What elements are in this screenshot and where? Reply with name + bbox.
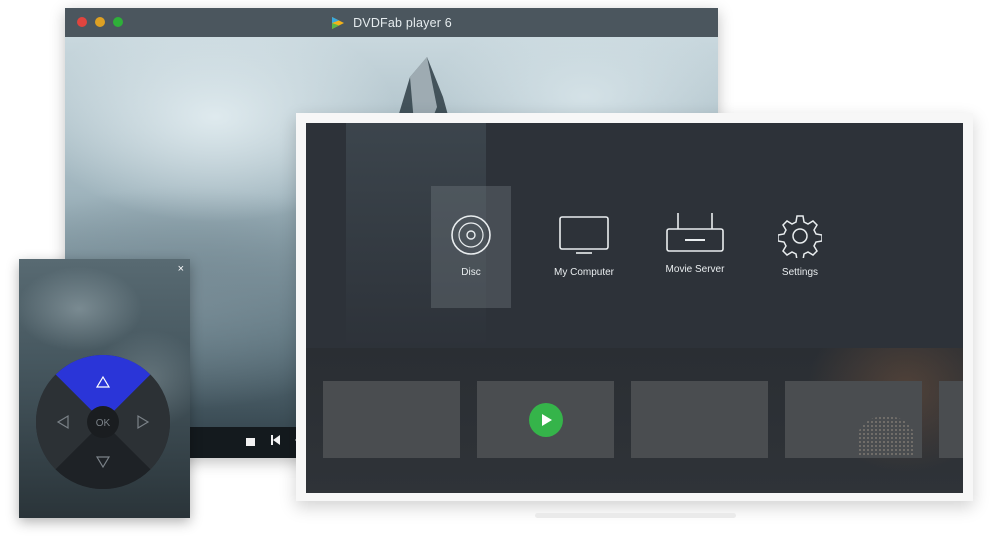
menu-label-disc: Disc xyxy=(461,267,481,278)
tv-stand xyxy=(535,513,736,518)
media-thumbnail[interactable] xyxy=(785,381,922,458)
skip-back-icon xyxy=(271,435,280,445)
menu-label-movie-server: Movie Server xyxy=(665,264,725,275)
ok-label: OK xyxy=(96,418,111,429)
menu-item-settings[interactable]: Settings xyxy=(760,186,840,308)
direction-pad: OK xyxy=(36,355,170,489)
remote-control: × OK xyxy=(19,259,190,518)
media-thumbnail[interactable] xyxy=(631,381,768,458)
play-button[interactable] xyxy=(529,403,563,437)
menu-item-disc[interactable]: Disc xyxy=(431,186,511,308)
previous-button[interactable] xyxy=(271,434,281,450)
play-icon xyxy=(542,414,552,426)
title-bar[interactable]: DVDFab player 6 xyxy=(65,8,718,37)
menu-label-settings: Settings xyxy=(781,267,819,278)
title-container: DVDFab player 6 xyxy=(65,8,718,37)
tv-screen: Disc My Computer Movie Server Settings xyxy=(306,123,963,493)
dvdfab-logo-icon xyxy=(332,16,345,29)
router-icon xyxy=(655,211,735,253)
media-thumbnail[interactable] xyxy=(939,381,963,458)
menu-label-my-computer: My Computer xyxy=(553,267,614,278)
stop-button[interactable] xyxy=(246,434,256,450)
menu-item-my-computer[interactable]: My Computer xyxy=(544,186,624,308)
disc-icon xyxy=(431,214,511,256)
home-menu: Disc My Computer Movie Server Settings xyxy=(306,123,963,348)
menu-item-movie-server[interactable]: Movie Server xyxy=(655,183,735,305)
media-thumbnail[interactable] xyxy=(323,381,460,458)
remote-close-button[interactable]: × xyxy=(178,264,184,275)
recent-media-row xyxy=(306,348,963,493)
monitor-icon xyxy=(544,214,624,256)
thumbnail-texture xyxy=(858,416,914,456)
gear-icon xyxy=(760,214,840,258)
window-title: DVDFab player 6 xyxy=(353,15,452,30)
stop-icon xyxy=(246,438,255,447)
media-thumbnail[interactable] xyxy=(477,381,614,458)
